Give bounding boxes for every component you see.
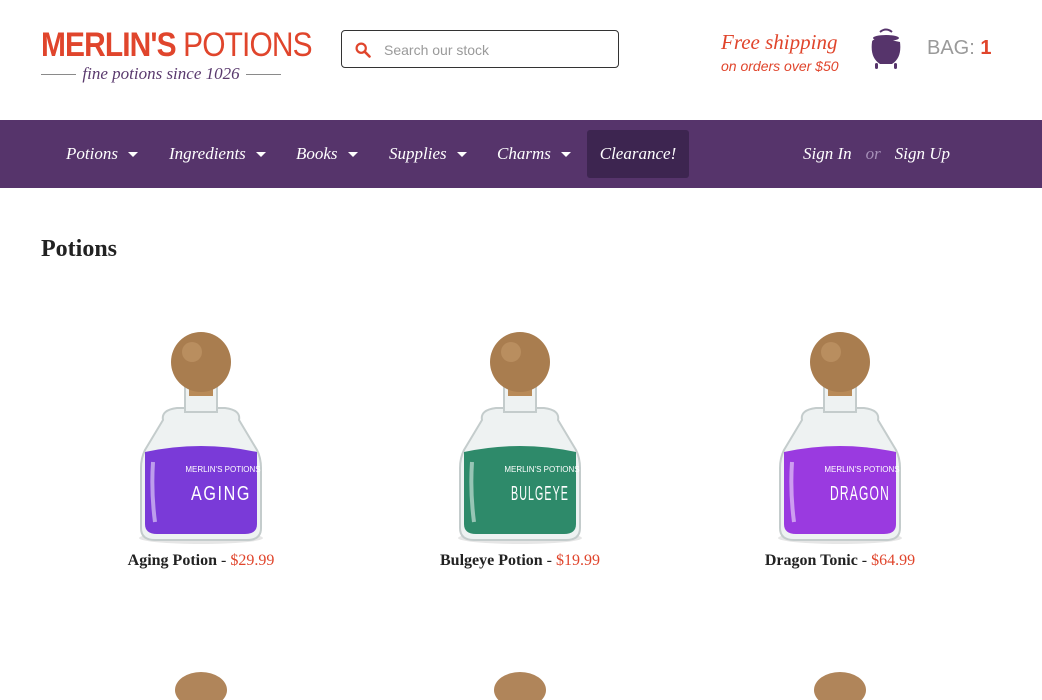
shopping-bag-link[interactable]: BAG: 1 — [927, 37, 991, 60]
product-card[interactable]: MERLIN'S POTIONS BULGEYE Bulgeye Potion -… — [360, 332, 680, 570]
nav-item-label: Charms — [497, 144, 551, 163]
nav-item-ingredients[interactable]: Ingredients — [169, 120, 266, 188]
chevron-down-icon — [347, 151, 358, 157]
svg-text:AGING: AGING — [191, 483, 251, 505]
product-caption: Bulgeye Potion - $19.99 — [360, 552, 680, 570]
potion-bottle-image: MERLIN'S POTIONS DRAGON — [778, 332, 902, 544]
divider — [41, 73, 77, 75]
product-price: $64.99 — [871, 552, 916, 569]
svg-text:DRAGON: DRAGON — [830, 483, 890, 505]
cork-icon — [494, 672, 546, 700]
logo-tagline: fine potions since 1026 — [82, 64, 240, 83]
nav-item-potions[interactable]: Potions — [66, 120, 138, 188]
search-icon[interactable] — [355, 42, 371, 58]
nav-item-clearance[interactable]: Clearance! — [587, 130, 689, 178]
sign-up-link[interactable]: Sign Up — [895, 144, 950, 164]
main-nav: Potions Ingredients Books Supplies Charm… — [0, 120, 1042, 188]
divider — [245, 73, 282, 75]
product-name: Bulgeye Potion — [440, 552, 543, 569]
bag-count: 1 — [980, 37, 992, 59]
potion-bottle-image: MERLIN'S POTIONS AGING — [139, 332, 263, 544]
site-header: MERLIN'S POTIONS fine potions since 1026… — [0, 0, 1042, 120]
logo-wordmark: MERLIN'S POTIONS — [41, 26, 313, 64]
product-caption: Aging Potion - $29.99 — [41, 552, 361, 570]
nav-item-charms[interactable]: Charms — [497, 120, 571, 188]
bag-label: BAG: — [927, 37, 975, 59]
nav-item-label: Supplies — [389, 144, 447, 163]
site-logo[interactable]: MERLIN'S POTIONS fine potions since 1026 — [41, 26, 313, 84]
cork-icon — [814, 672, 866, 700]
nav-item-books[interactable]: Books — [296, 120, 358, 188]
svg-text:MERLIN'S POTIONS: MERLIN'S POTIONS — [185, 465, 260, 474]
potion-bottle-image: MERLIN'S POTIONS BULGEYE — [458, 332, 582, 544]
product-card[interactable]: MERLIN'S POTIONS AGING Aging Potion - $29… — [41, 332, 361, 570]
nav-item-label: Books — [296, 144, 338, 163]
chevron-down-icon — [127, 151, 138, 157]
auth-separator: or — [865, 144, 881, 163]
product-caption: Dragon Tonic - $64.99 — [680, 552, 1000, 570]
chevron-down-icon — [456, 151, 467, 157]
price-separator: - — [857, 552, 872, 569]
product-name: Aging Potion — [127, 552, 217, 569]
cork-icon — [175, 672, 227, 700]
chevron-down-icon — [255, 151, 266, 157]
free-shipping-promo: Free shipping on orders over $50 — [721, 30, 839, 74]
logo-tagline-row: fine potions since 1026 — [41, 64, 282, 84]
svg-text:MERLIN'S POTIONS: MERLIN'S POTIONS — [824, 465, 899, 474]
sign-in-link[interactable]: Sign In — [803, 144, 852, 164]
chevron-down-icon — [560, 151, 571, 157]
nav-item-label: Potions — [66, 144, 118, 163]
page-title: Potions — [41, 236, 118, 262]
product-price: $19.99 — [556, 552, 600, 569]
cauldron-icon[interactable] — [868, 28, 904, 72]
product-name: Dragon Tonic — [764, 552, 858, 569]
shipping-headline: Free shipping — [721, 30, 838, 54]
svg-text:MERLIN'S POTIONS: MERLIN'S POTIONS — [504, 465, 579, 474]
nav-item-label: Ingredients — [169, 144, 246, 163]
search-box — [341, 30, 619, 69]
product-card[interactable]: MERLIN'S POTIONS DRAGON Dragon Tonic - $6… — [680, 332, 1000, 570]
nav-item-supplies[interactable]: Supplies — [389, 120, 467, 188]
svg-text:BULGEYE: BULGEYE — [511, 483, 569, 505]
shipping-detail: on orders over $50 — [721, 58, 839, 74]
auth-links: Sign In or Sign Up — [803, 120, 950, 188]
price-separator: - — [542, 552, 556, 569]
price-separator: - — [217, 552, 231, 569]
search-input[interactable] — [382, 31, 616, 69]
product-price: $29.99 — [230, 552, 275, 569]
